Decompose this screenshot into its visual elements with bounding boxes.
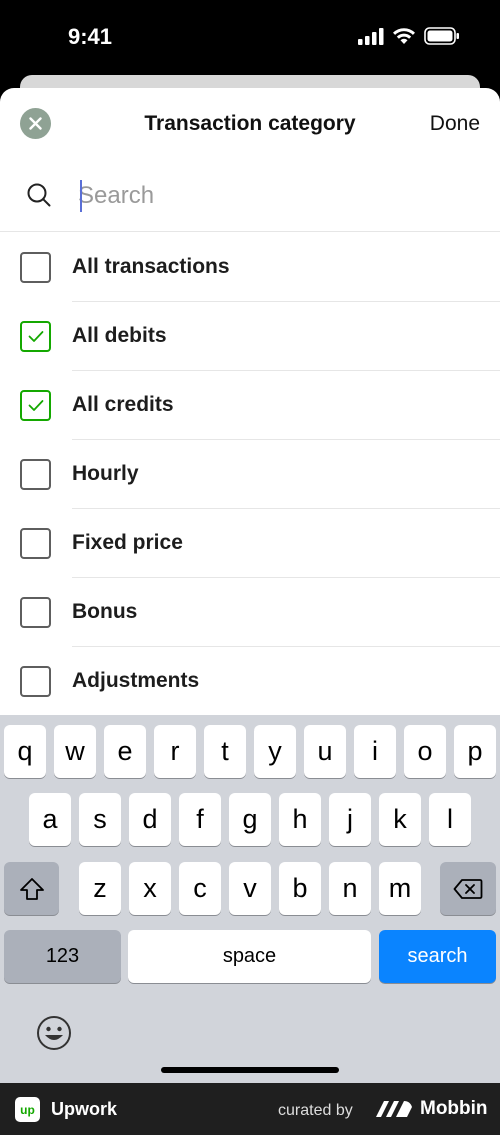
key-a[interactable]: a [29,793,71,846]
sheet-title: Transaction category [144,112,356,135]
category-checkbox[interactable] [20,597,51,628]
done-button[interactable]: Done [430,112,480,136]
key-g[interactable]: g [229,793,271,846]
key-y[interactable]: y [254,725,296,778]
category-label: Adjustments [72,669,200,692]
key-c[interactable]: c [179,862,221,915]
key-z[interactable]: z [79,862,121,915]
key-b[interactable]: b [279,862,321,915]
footer-bar: up Upwork curated by Mobbin [0,1083,500,1135]
category-label: All credits [72,393,174,416]
text-cursor [80,180,82,212]
key-v[interactable]: v [229,862,271,915]
category-label: All transactions [72,255,230,278]
category-checkbox[interactable] [20,390,51,421]
app-name: Upwork [51,1099,118,1119]
upwork-logo: up [15,1097,40,1122]
key-s[interactable]: s [79,793,121,846]
keyboard: 123 space search qwertyuiop asdfghjkl zxcv… [0,715,500,1083]
status-time: 9:41 [68,24,113,49]
category-label: All debits [72,324,167,347]
category-label: Bonus [72,600,138,623]
backspace-icon [453,878,483,899]
curator-name: Mobbin [420,1098,488,1119]
key-e[interactable]: e [104,725,146,778]
category-label: Fixed price [72,531,183,554]
key-m[interactable]: m [379,862,421,915]
key-d[interactable]: d [129,793,171,846]
key-t[interactable]: t [204,725,246,778]
search-key[interactable]: search [379,930,496,983]
category-checkbox[interactable] [20,321,51,352]
battery-icon [424,27,459,45]
category-item[interactable]: Bonus [0,578,500,647]
key-f[interactable]: f [179,793,221,846]
category-item[interactable]: All debits [0,302,500,371]
key-l[interactable]: l [429,793,471,846]
category-item[interactable]: All transactions [0,233,500,302]
shift-icon [19,877,44,900]
category-label: Hourly [72,462,139,485]
key-o[interactable]: o [404,725,446,778]
key-x[interactable]: x [129,862,171,915]
home-indicator [161,1067,339,1073]
category-item[interactable]: Adjustments [0,647,500,715]
sheet-header: Transaction category Done [0,88,500,160]
category-checkbox[interactable] [20,666,51,697]
key-q[interactable]: q [4,725,46,778]
key-i[interactable]: i [354,725,396,778]
key-u[interactable]: u [304,725,346,778]
numbers-key[interactable]: 123 [4,930,121,983]
category-checkbox[interactable] [20,252,51,283]
key-p[interactable]: p [454,725,496,778]
category-sheet: Transaction category Done All transactio… [0,88,500,715]
category-item[interactable]: Fixed price [0,509,500,578]
key-j[interactable]: j [329,793,371,846]
shift-key[interactable] [4,862,59,915]
key-k[interactable]: k [379,793,421,846]
category-list: All transactions All debits All credits Hou… [0,233,500,715]
wifi-icon [393,28,415,44]
curated-by-label: curated by [278,1102,353,1119]
category-item[interactable]: All credits [0,371,500,440]
search-input[interactable] [78,176,478,216]
emoji-icon[interactable] [36,1015,72,1051]
category-item[interactable]: Hourly [0,440,500,509]
cellular-signal-icon [358,28,384,45]
mobbin-logo-icon [376,1101,412,1117]
status-bar: 9:41 [0,0,500,75]
checkmark-icon [28,400,43,411]
key-w[interactable]: w [54,725,96,778]
search-row [0,160,500,232]
key-h[interactable]: h [279,793,321,846]
category-checkbox[interactable] [20,459,51,490]
space-key[interactable]: space [128,930,371,983]
key-n[interactable]: n [329,862,371,915]
checkmark-icon [28,331,43,342]
key-r[interactable]: r [154,725,196,778]
search-icon [27,183,51,207]
category-checkbox[interactable] [20,528,51,559]
delete-key[interactable] [440,862,496,915]
